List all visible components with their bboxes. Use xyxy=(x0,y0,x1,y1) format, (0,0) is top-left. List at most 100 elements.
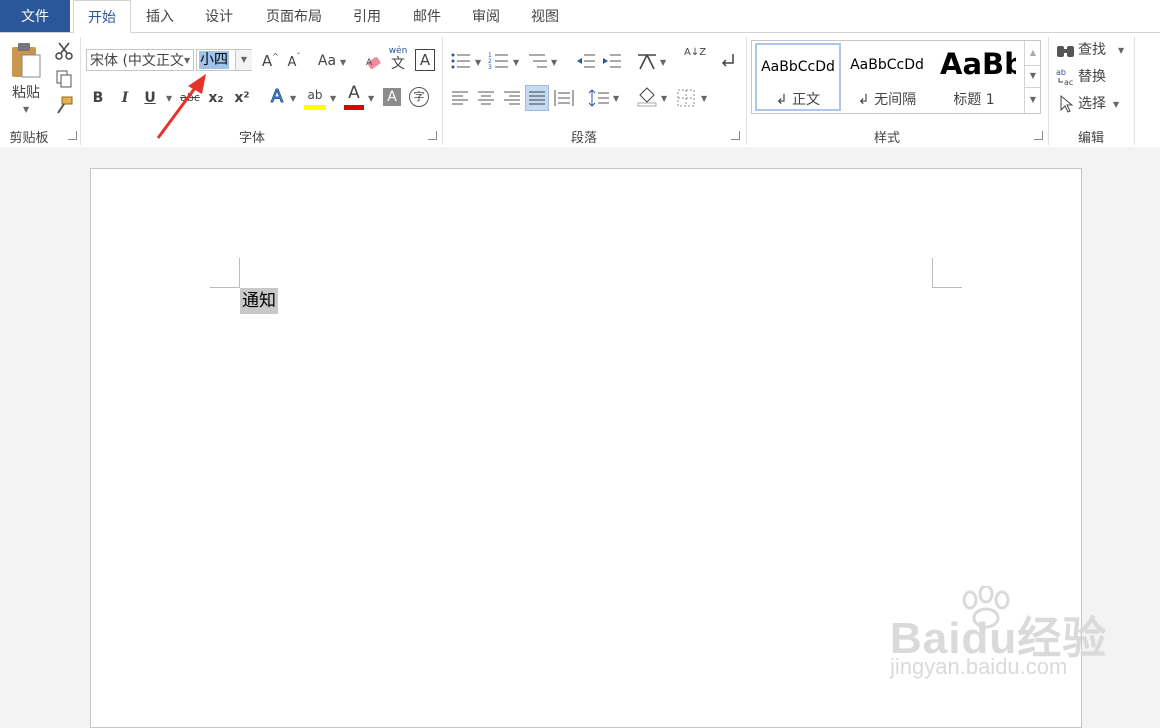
align-left-icon[interactable] xyxy=(451,89,469,107)
tab-file[interactable]: 文件 xyxy=(0,0,70,32)
borders-icon[interactable] xyxy=(676,88,696,108)
sort-icon: A↓Z xyxy=(684,47,707,58)
tab-design[interactable]: 设计 xyxy=(193,0,245,32)
group-label-styles: 样式 xyxy=(873,131,900,146)
highlight-dropdown-icon[interactable]: ▼ xyxy=(330,94,336,103)
group-divider xyxy=(1134,37,1135,145)
chevron-down-icon: ▼ xyxy=(23,105,30,114)
font-dialog-launcher-icon[interactable] xyxy=(428,131,437,140)
tab-review[interactable]: 审阅 xyxy=(460,0,512,32)
gallery-scrollbar[interactable]: ▲ ▼ ▼ xyxy=(1024,41,1041,113)
chinese-layout-dropdown-icon[interactable]: ▼ xyxy=(660,58,666,67)
svg-text:ac: ac xyxy=(1064,78,1073,87)
bold-button[interactable]: B xyxy=(90,88,106,108)
enclose-characters-button[interactable]: 字 xyxy=(409,87,429,107)
show-paragraph-marks-icon[interactable] xyxy=(718,51,738,71)
select-button[interactable]: 选择 ▼ xyxy=(1056,93,1136,115)
gallery-scroll-up-icon[interactable]: ▲ xyxy=(1025,43,1041,63)
chinese-layout-icon[interactable] xyxy=(636,51,658,71)
superscript-button[interactable]: x² xyxy=(232,88,252,108)
align-right-icon[interactable] xyxy=(503,89,521,107)
margin-crop-mark xyxy=(210,287,240,288)
gallery-scroll-down-icon[interactable]: ▼ xyxy=(1025,65,1041,86)
paste-icon xyxy=(12,43,41,78)
group-label-clipboard: 剪贴板 xyxy=(9,131,49,146)
paste-button[interactable]: 粘贴 ▼ xyxy=(6,39,46,119)
text-effects-icon: A xyxy=(270,86,284,107)
shrink-font-icon: A xyxy=(287,55,297,70)
distributed-icon[interactable] xyxy=(554,88,574,108)
style-name: 标题 1 xyxy=(953,92,995,108)
numbering-dropdown-icon[interactable]: ▼ xyxy=(513,58,519,67)
highlight-button[interactable]: ab xyxy=(304,85,326,110)
style-normal[interactable]: AaBbCcDd ↲ 正文 xyxy=(755,43,841,111)
watermark-url: jingyan.baidu.com xyxy=(890,654,1068,679)
grow-font-button[interactable]: A ^ xyxy=(258,51,279,71)
bullets-dropdown-icon[interactable]: ▼ xyxy=(475,58,481,67)
text-effects-dropdown-icon[interactable]: ▼ xyxy=(290,94,296,103)
cursor-arrow-icon xyxy=(1060,94,1074,113)
font-size-value: 小四 xyxy=(199,51,229,69)
paste-label: 粘贴 xyxy=(12,85,40,101)
style-no-spacing[interactable]: AaBbCcDd ↲ 无间隔 xyxy=(844,43,930,111)
shading-dropdown-icon[interactable]: ▼ xyxy=(661,94,667,103)
numbering-icon[interactable]: 1 2 3 xyxy=(488,51,510,71)
highlighter-icon: ab xyxy=(307,88,323,102)
style-heading-1[interactable]: AaBb 标题 1 xyxy=(932,43,1016,111)
document-selected-text[interactable]: 通知 xyxy=(240,288,278,314)
change-case-dropdown-icon[interactable]: ▼ xyxy=(340,58,346,67)
font-name-dropdown-icon[interactable]: ▼ xyxy=(184,56,190,65)
style-name: ↲ 正文 xyxy=(775,92,821,108)
character-border-icon: A xyxy=(419,51,431,69)
multilevel-list-dropdown-icon[interactable]: ▼ xyxy=(551,58,557,67)
group-divider xyxy=(80,37,81,145)
tab-mailings[interactable]: 邮件 xyxy=(401,0,453,32)
clipboard-dialog-launcher-icon[interactable] xyxy=(68,131,77,140)
format-painter-icon[interactable] xyxy=(54,95,74,115)
bullets-icon[interactable] xyxy=(450,51,472,71)
replace-button[interactable]: ab ac 替换 xyxy=(1056,66,1136,88)
sort-button[interactable]: A↓Z xyxy=(684,47,706,59)
text-effects-button[interactable]: A xyxy=(268,86,286,107)
justify-button[interactable] xyxy=(525,85,549,111)
phonetic-guide-button[interactable]: wén 文 xyxy=(388,46,408,72)
tab-page-layout[interactable]: 页面布局 xyxy=(254,0,334,32)
styles-dialog-launcher-icon[interactable] xyxy=(1034,131,1043,140)
character-shading-button[interactable]: A xyxy=(383,88,401,106)
paragraph-dialog-launcher-icon[interactable] xyxy=(731,131,740,140)
tab-home[interactable]: 开始 xyxy=(73,0,131,33)
line-spacing-dropdown-icon[interactable]: ▼ xyxy=(613,94,619,103)
multilevel-list-icon[interactable] xyxy=(527,51,549,71)
clear-formatting-icon[interactable]: A xyxy=(364,53,384,73)
cut-icon[interactable] xyxy=(54,41,74,61)
italic-button[interactable]: I xyxy=(117,88,133,108)
character-border-button[interactable]: A xyxy=(415,49,435,71)
shading-icon[interactable] xyxy=(636,85,658,107)
increase-indent-icon[interactable] xyxy=(602,51,622,71)
find-button[interactable]: 查找 ▼ xyxy=(1056,39,1136,61)
tab-references[interactable]: 引用 xyxy=(341,0,393,32)
margin-crop-mark xyxy=(932,287,962,288)
group-label-editing: 编辑 xyxy=(1077,131,1104,146)
style-sample: AaBbCcDd xyxy=(850,57,924,73)
font-size-combobox[interactable]: 小四 ▼ xyxy=(196,49,252,71)
line-spacing-icon[interactable] xyxy=(588,88,610,108)
style-name: ↲ 无间隔 xyxy=(857,92,917,108)
tab-insert[interactable]: 插入 xyxy=(134,0,186,32)
select-dropdown-icon[interactable]: ▼ xyxy=(1113,100,1119,109)
shrink-font-button[interactable]: Aˇ xyxy=(283,52,301,73)
decrease-indent-icon[interactable] xyxy=(576,51,596,71)
copy-icon[interactable] xyxy=(54,69,74,89)
align-center-icon[interactable] xyxy=(477,89,495,107)
phonetic-guide-char: 文 xyxy=(391,56,405,72)
font-name-combobox[interactable]: 宋体 (中文正文 xyxy=(86,49,194,71)
font-color-button[interactable]: A xyxy=(344,83,364,110)
tab-view[interactable]: 视图 xyxy=(519,0,571,32)
borders-dropdown-icon[interactable]: ▼ xyxy=(701,94,707,103)
find-dropdown-icon[interactable]: ▼ xyxy=(1118,46,1124,55)
font-size-dropdown-icon[interactable]: ▼ xyxy=(235,50,252,70)
change-case-button[interactable]: Aa xyxy=(315,51,339,71)
gallery-more-icon[interactable]: ▼ xyxy=(1025,87,1041,112)
font-color-dropdown-icon[interactable]: ▼ xyxy=(368,94,374,103)
font-color-icon: A xyxy=(348,83,360,103)
